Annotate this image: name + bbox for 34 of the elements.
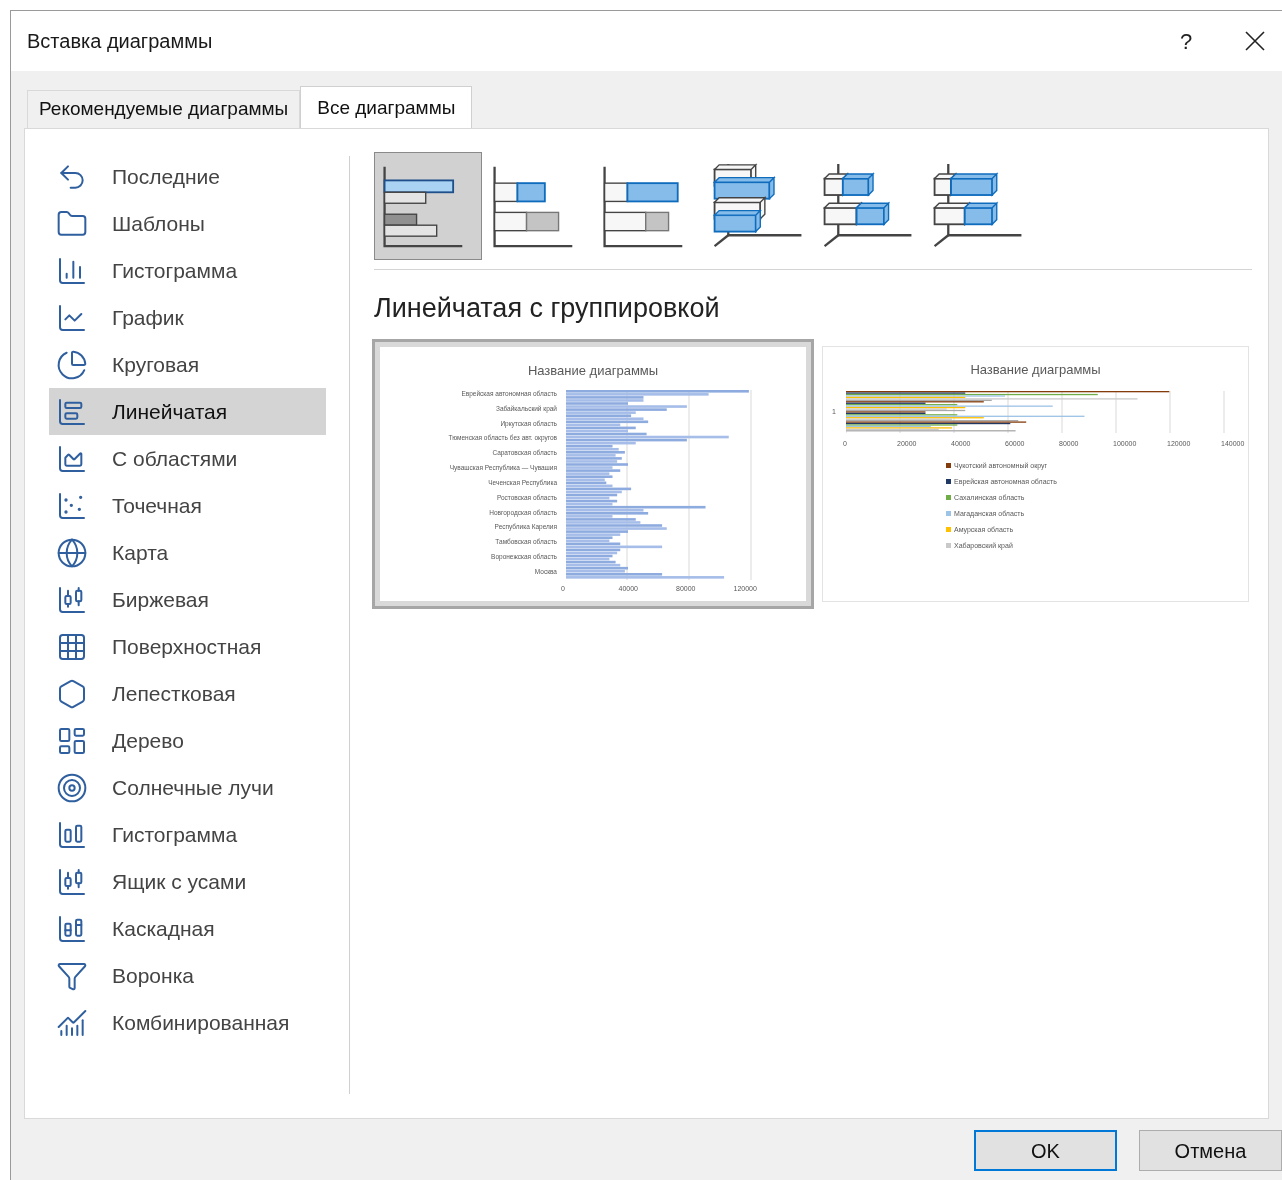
chart-category-item[interactable]: Круговая — [49, 341, 326, 388]
window-title: Вставка диаграммы — [27, 29, 214, 54]
hexagon-icon — [56, 677, 88, 710]
chart-category-item[interactable]: Последние — [49, 153, 326, 200]
chart-category-item[interactable]: Солнечные лучи — [49, 764, 326, 811]
chart-category-item[interactable]: Комбинированная — [49, 999, 326, 1046]
chart-subtype-title: Линейчатая с группировкой — [374, 292, 721, 325]
globe-icon — [56, 536, 88, 569]
chart-category-item[interactable]: Линейчатая — [49, 388, 326, 435]
chart-category-item[interactable]: Шаблоны — [49, 200, 326, 247]
chart-category-item[interactable]: Ящик с усами — [49, 858, 326, 905]
pie-chart-icon — [56, 348, 88, 381]
chart-category-item[interactable]: График — [49, 294, 326, 341]
chart-category-item[interactable]: Биржевая — [49, 576, 326, 623]
chart-category-item[interactable]: Каскадная — [49, 905, 326, 952]
dialog-button[interactable]: OK — [974, 1130, 1117, 1171]
dialog-button[interactable]: Отмена — [1139, 1130, 1282, 1171]
chart-category-item[interactable]: С областями — [49, 435, 326, 482]
chart-category-item[interactable]: Дерево — [49, 717, 326, 764]
chart-subtype-button[interactable] — [374, 152, 482, 260]
chart-category-item[interactable]: Точечная — [49, 482, 326, 529]
help-button[interactable]: ? — [1166, 24, 1206, 58]
chart-title: Название диаграммы — [970, 360, 1101, 379]
close-icon[interactable] — [1244, 30, 1266, 52]
chart-category-item[interactable]: Воронка — [49, 952, 326, 999]
chart-category-item[interactable]: Лепестковая — [49, 670, 326, 717]
tab[interactable]: Все диаграммы — [300, 86, 473, 129]
chart-category-item[interactable]: Карта — [49, 529, 326, 576]
target-icon — [56, 771, 88, 804]
tab[interactable]: Рекомендуемые диаграммы — [27, 90, 301, 128]
chart-title: Название диаграммы — [527, 361, 659, 380]
chart-category-item[interactable]: Гистограмма — [49, 247, 326, 294]
chart-category-item[interactable]: Гистограмма — [49, 811, 326, 858]
chart-category-item[interactable]: Поверхностная — [49, 623, 326, 670]
